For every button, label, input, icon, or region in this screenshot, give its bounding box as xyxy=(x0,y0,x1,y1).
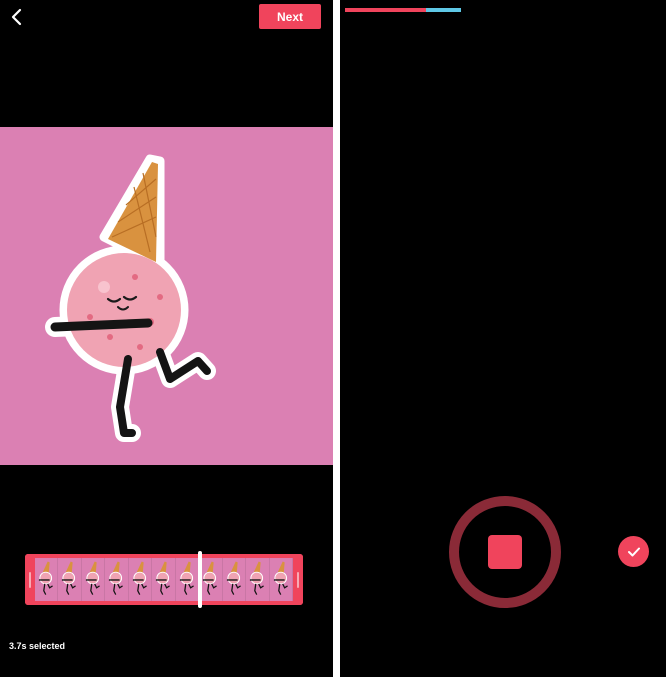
filmstrip-frame xyxy=(222,558,247,601)
trim-filmstrip[interactable] xyxy=(25,554,303,605)
filmstrip-frame xyxy=(35,558,59,601)
stop-record-button[interactable] xyxy=(449,496,561,608)
filmstrip-frame xyxy=(269,558,293,601)
stop-icon xyxy=(488,535,522,569)
filmstrip-frame xyxy=(81,558,106,601)
filmstrip-frame xyxy=(105,558,129,601)
filmstrip-frame xyxy=(175,558,200,601)
selected-duration: 3.7s selected xyxy=(9,641,66,651)
ice-cream-character-image xyxy=(0,127,333,465)
grip-icon xyxy=(297,571,299,588)
chevron-left-icon xyxy=(11,8,22,26)
filmstrip-frame xyxy=(152,558,176,601)
filmstrip-frame xyxy=(246,558,270,601)
progress-current xyxy=(426,8,461,12)
trim-editor-panel: Next 3.7s selected xyxy=(0,0,333,677)
checkmark-icon xyxy=(627,547,640,556)
trim-handle-left[interactable] xyxy=(25,554,35,605)
confirm-button[interactable] xyxy=(618,536,649,567)
next-button[interactable]: Next xyxy=(259,4,321,29)
record-progress-bar xyxy=(345,8,461,12)
filmstrip-frame xyxy=(58,558,82,601)
video-preview xyxy=(0,127,333,465)
grip-icon xyxy=(29,571,31,588)
back-button[interactable] xyxy=(6,6,28,28)
filmstrip-frame xyxy=(128,558,153,601)
trim-handle-right[interactable] xyxy=(293,554,303,605)
progress-recorded xyxy=(345,8,427,12)
playhead[interactable] xyxy=(198,551,203,608)
recorder-panel xyxy=(340,0,666,677)
filmstrip-frames xyxy=(35,558,293,601)
filmstrip-frame xyxy=(199,558,223,601)
